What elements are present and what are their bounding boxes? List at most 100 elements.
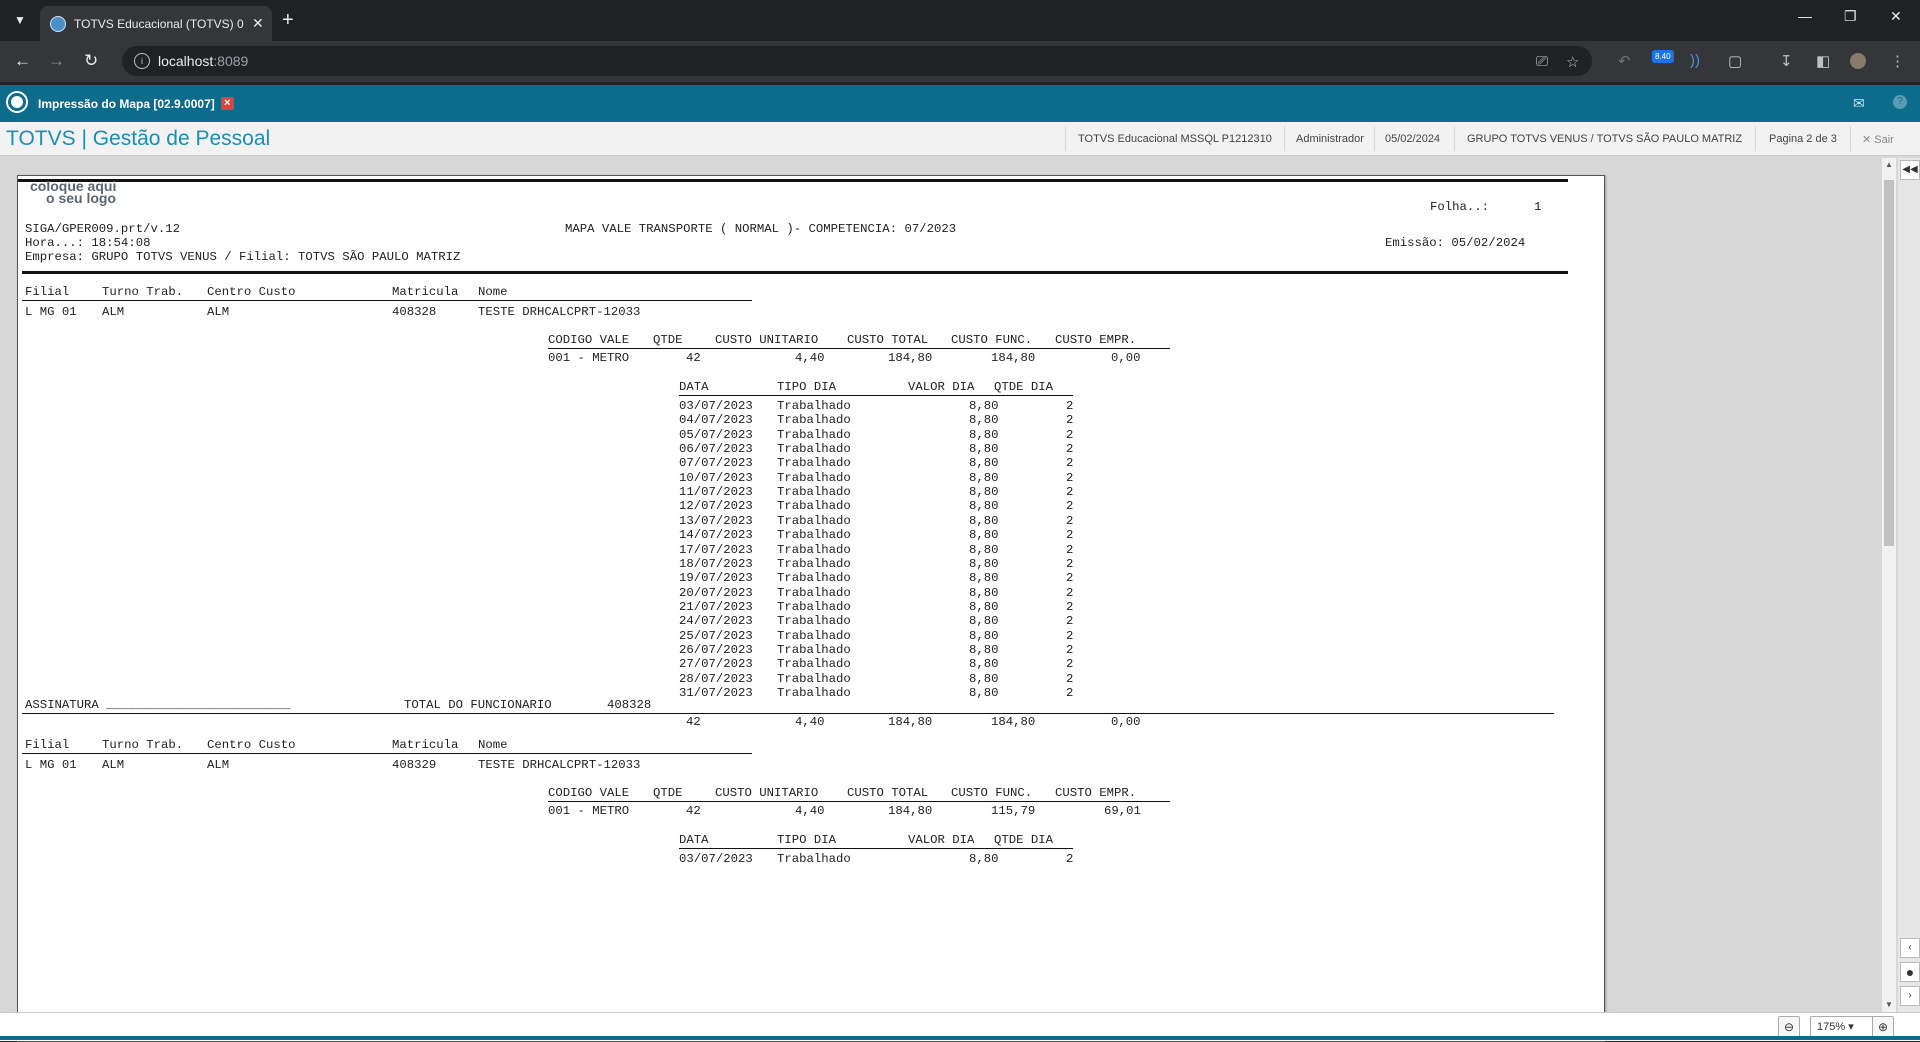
day-tipo: Trabalhado <box>777 542 851 557</box>
day-valor: 8,80 <box>969 456 999 471</box>
folha-label: Folha..: <box>1430 200 1490 214</box>
reload-button[interactable]: ↻ <box>84 51 98 71</box>
vh-custo-total: CUSTO TOTAL <box>847 333 929 347</box>
profile-avatar[interactable] <box>1850 53 1866 69</box>
day-qtde: 2 <box>1066 442 1074 457</box>
tab-search-button[interactable]: ▼ <box>8 8 32 32</box>
rule <box>22 300 752 301</box>
browser-tab[interactable]: TOTVS Educacional (TOTVS) 02.9 ✕ <box>40 6 272 41</box>
day-valor: 8,80 <box>969 852 999 866</box>
divider <box>1454 126 1455 151</box>
day-qtde: 2 <box>1066 571 1074 586</box>
read-aloud-icon[interactable]: )) <box>1690 52 1700 69</box>
scroll-down-icon[interactable]: ▼ <box>1885 1000 1893 1009</box>
date-label: 05/02/2024 <box>1385 133 1441 145</box>
report-company: Empresa: GRUPO TOTVS VENUS / Filial: TOT… <box>25 250 461 264</box>
divider <box>1850 126 1851 151</box>
day-data: 14/07/2023 <box>679 528 753 543</box>
next-page-icon[interactable]: › <box>1900 986 1920 1006</box>
close-window-button[interactable]: ✕ <box>1890 8 1902 25</box>
dh-qtde: QTDE DIA <box>994 380 1054 394</box>
day-tipo: Trabalhado <box>777 628 851 643</box>
vertical-scrollbar[interactable]: ▲ ▼ <box>1882 158 1896 1012</box>
day-valor: 8,80 <box>969 542 999 557</box>
url-host: localhost <box>158 53 214 69</box>
day-qtde: 2 <box>1066 542 1074 557</box>
install-app-icon[interactable]: ⎚ <box>1536 53 1548 70</box>
bottom-border <box>0 1036 1920 1040</box>
window-tab-close-icon[interactable]: × <box>220 97 234 110</box>
day-tipo: Trabalhado <box>777 470 851 485</box>
company-label: GRUPO TOTVS VENUS / TOTVS SÃO PAULO MATR… <box>1467 133 1743 145</box>
dh-valor: VALOR DIA <box>908 380 975 394</box>
emp1-vale-custo-unit: 4,40 <box>795 351 825 365</box>
day-data: 27/07/2023 <box>679 657 753 672</box>
zoom-select[interactable]: 175% ▾ <box>1810 1016 1878 1038</box>
window-tab[interactable]: Impressão do Mapa [02.9.0007] × <box>38 85 234 122</box>
exit-button[interactable]: ✕ Sair <box>1862 133 1894 146</box>
emp2-nome: TESTE DRHCALCPRT-12033 <box>478 758 641 772</box>
download-icon[interactable]: ↧ <box>1780 52 1793 70</box>
zoom-in-icon[interactable]: ⊕ <box>1872 1016 1894 1038</box>
menu-icon[interactable]: ⋮ <box>1890 52 1905 70</box>
day-qtde: 2 <box>1066 599 1074 614</box>
divider <box>1374 126 1375 151</box>
back-button[interactable]: ← <box>14 51 31 71</box>
col-filial: Filial <box>25 738 70 752</box>
totvs-logo-icon[interactable] <box>6 91 28 113</box>
prev-page-icon[interactable]: ‹ <box>1900 938 1920 958</box>
day-tipo: Trabalhado <box>777 686 851 700</box>
tab-close-icon[interactable]: ✕ <box>252 15 264 32</box>
emp1-filial: L MG 01 <box>25 305 77 319</box>
emp1-vale-custo-empr: 0,00 <box>1111 351 1141 365</box>
extension-badge[interactable]: 8.40 <box>1652 50 1674 63</box>
rule <box>548 801 1170 802</box>
col-centro: Centro Custo <box>207 738 296 752</box>
dh-data: DATA <box>679 833 709 847</box>
scrollbar-thumb[interactable] <box>1884 180 1894 546</box>
divider <box>1284 126 1285 151</box>
collapse-panel-icon[interactable]: ◀◀ <box>1900 160 1920 180</box>
day-data: 13/07/2023 <box>679 513 753 528</box>
forward-button[interactable]: → <box>48 51 65 71</box>
browser-toolbar: ← → ↻ i localhost:8089 ⎚ ☆ ↶ 8.40 )) ▢ ↧… <box>0 41 1920 82</box>
new-tab-button[interactable]: + <box>282 9 294 32</box>
extensions-icon[interactable]: ▢ <box>1728 52 1742 70</box>
current-page-icon[interactable]: ● <box>1900 962 1920 982</box>
scroll-up-icon[interactable]: ▲ <box>1885 160 1893 169</box>
tab-title: TOTVS Educacional (TOTVS) 02.9 <box>74 16 244 31</box>
day-tipo: Trabalhado <box>777 528 851 543</box>
restore-button[interactable]: ❐ <box>1844 8 1857 25</box>
day-data: 03/07/2023 <box>679 399 753 413</box>
zoom-value: 175% <box>1817 1021 1846 1033</box>
side-panel-icon[interactable]: ◧ <box>1816 52 1830 70</box>
emp2-vale-qtde: 42 <box>686 804 701 818</box>
site-info-icon[interactable]: i <box>134 53 150 69</box>
vh-custo-total: CUSTO TOTAL <box>847 786 929 800</box>
bookmark-star-icon[interactable]: ☆ <box>1566 53 1579 71</box>
reply-icon[interactable]: ↶ <box>1618 52 1631 70</box>
day-qtde: 2 <box>1066 852 1074 866</box>
mail-icon[interactable]: ✉ <box>1853 95 1865 112</box>
emp1-vale-codigo: 001 - METRO <box>548 351 630 365</box>
address-bar[interactable]: i localhost:8089 ⎚ ☆ <box>122 46 1592 76</box>
day-tipo: Trabalhado <box>777 442 851 457</box>
day-valor: 8,80 <box>969 399 999 413</box>
emp1-centro: ALM <box>207 305 230 319</box>
url-port: :8089 <box>213 53 249 69</box>
zoom-out-icon[interactable]: ⊖ <box>1778 1016 1800 1038</box>
day-qtde: 2 <box>1066 413 1074 428</box>
exit-label: Sair <box>1874 134 1894 146</box>
day-data: 20/07/2023 <box>679 585 753 600</box>
help-icon[interactable]: ? <box>1893 95 1907 109</box>
day-tipo: Trabalhado <box>777 642 851 657</box>
day-qtde: 2 <box>1066 427 1074 442</box>
vh-custo-empr: CUSTO EMPR. <box>1055 786 1137 800</box>
day-qtde: 2 <box>1066 528 1074 543</box>
col-filial: Filial <box>25 285 70 299</box>
day-data: 05/07/2023 <box>679 427 753 442</box>
day-valor: 8,80 <box>969 485 999 500</box>
day-tipo: Trabalhado <box>777 671 851 686</box>
url-text: localhost:8089 <box>158 53 248 69</box>
minimize-button[interactable]: — <box>1798 8 1812 24</box>
